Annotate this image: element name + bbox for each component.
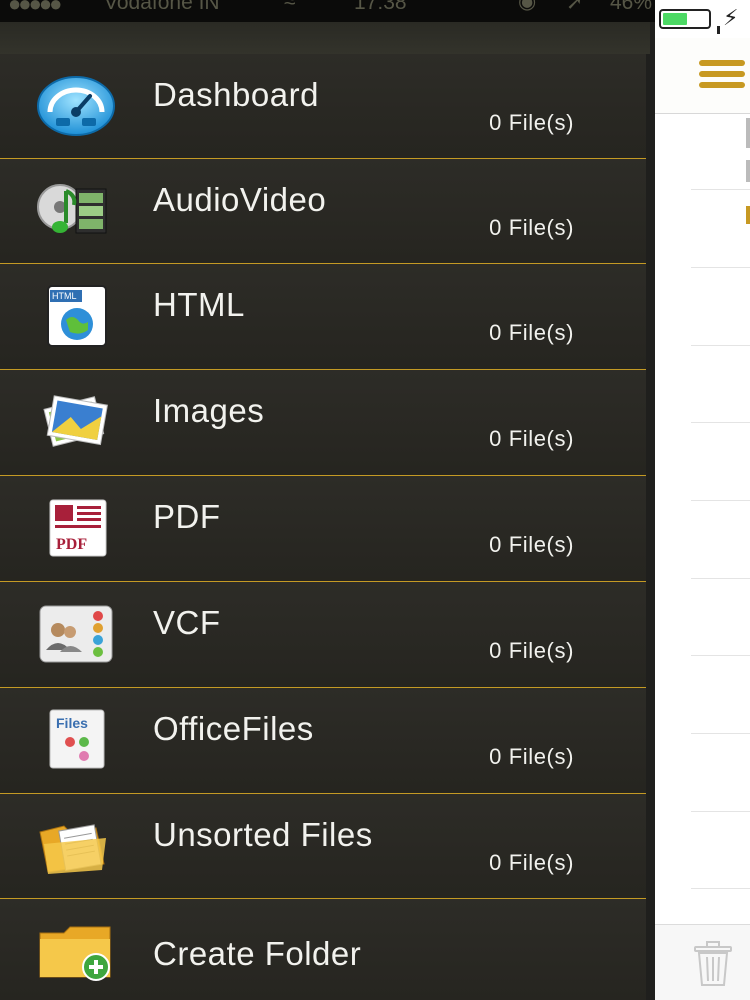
create-folder-button[interactable]: Create Folder	[0, 898, 646, 1000]
wifi-icon: ≈	[284, 0, 296, 13]
bottom-toolbar	[655, 924, 750, 1000]
battery-percent: 46%	[610, 0, 653, 14]
file-count: 0 File(s)	[489, 215, 574, 240]
list-separator	[691, 267, 750, 268]
svg-text:PDF: PDF	[56, 536, 87, 553]
list-row-edge	[746, 206, 750, 224]
battery-icon	[659, 9, 720, 34]
drawer-item-label: HTML	[153, 286, 245, 323]
dashboard-gauge-icon	[37, 76, 115, 136]
file-count: 0 File(s)	[489, 744, 574, 769]
drawer-item-label: AudioVideo	[153, 181, 327, 218]
file-count: 0 File(s)	[489, 110, 574, 135]
file-count: 0 File(s)	[489, 320, 574, 345]
drawer-header	[0, 22, 650, 54]
drawer-item-unsorted-files[interactable]: Unsorted Files 0 File(s)	[0, 793, 646, 895]
office-files-icon: Files	[49, 709, 105, 769]
list-row-edge	[746, 118, 750, 148]
hamburger-menu-icon[interactable]	[699, 60, 745, 88]
drawer-item-label: Create Folder	[153, 935, 362, 972]
images-icon	[43, 395, 108, 447]
list-separator	[691, 500, 750, 501]
list-separator	[691, 345, 750, 346]
list-separator	[691, 733, 750, 734]
status-bar: ●●●●● Vodafone IN ≈ 17:38 ◉ ➚ 46%	[0, 0, 750, 22]
file-count: 0 File(s)	[489, 638, 574, 663]
drawer-item-vcf[interactable]: VCF 0 File(s)	[0, 581, 646, 683]
drawer-item-audiovideo[interactable]: AudioVideo 0 File(s)	[0, 158, 646, 260]
drawer-item-dashboard[interactable]: Dashboard 0 File(s)	[0, 54, 646, 156]
drawer-item-label: VCF	[153, 604, 221, 641]
nav-bar	[655, 38, 750, 114]
audio-video-icon	[37, 184, 107, 234]
html-globe-icon: HTML	[47, 285, 107, 347]
list-separator	[691, 888, 750, 889]
signal-strength-icon: ●●●●●	[8, 0, 62, 16]
location-icon: ➚	[566, 0, 584, 14]
list-separator	[691, 655, 750, 656]
vcf-contacts-icon	[39, 605, 113, 663]
drawer-item-pdf[interactable]: PDF PDF 0 File(s)	[0, 475, 646, 577]
main-pane: ⚡	[655, 0, 750, 1000]
svg-text:HTML: HTML	[52, 291, 77, 301]
file-count: 0 File(s)	[489, 426, 574, 451]
unsorted-files-icon	[39, 824, 106, 874]
file-count: 0 File(s)	[489, 532, 574, 557]
pdf-icon: PDF	[49, 499, 107, 557]
charging-icon: ⚡	[723, 5, 739, 30]
list-separator	[691, 422, 750, 423]
carrier-name: Vodafone IN	[104, 0, 220, 14]
svg-text:Files: Files	[56, 715, 88, 731]
list-separator	[691, 578, 750, 579]
list-row-edge	[746, 160, 750, 182]
drawer-item-label: Unsorted Files	[153, 816, 373, 853]
status-time: 17:38	[354, 0, 407, 14]
drawer-item-html[interactable]: HTML HTML 0 File(s)	[0, 263, 646, 365]
drawer-item-label: OfficeFiles	[153, 710, 314, 747]
drawer-item-label: Dashboard	[153, 76, 319, 113]
side-drawer: Dashboard 0 File(s) AudioVideo 0 File(s)…	[0, 54, 646, 1000]
create-folder-icon	[39, 926, 111, 981]
trash-icon[interactable]	[693, 941, 733, 987]
file-count: 0 File(s)	[489, 850, 574, 875]
orientation-lock-icon: ◉	[518, 0, 537, 13]
list-separator	[691, 811, 750, 812]
drawer-item-label: Images	[153, 392, 265, 429]
drawer-item-officefiles[interactable]: Files OfficeFiles 0 File(s)	[0, 687, 646, 789]
list-separator	[691, 189, 750, 190]
drawer-item-images[interactable]: Images 0 File(s)	[0, 369, 646, 471]
drawer-item-label: PDF	[153, 498, 221, 535]
